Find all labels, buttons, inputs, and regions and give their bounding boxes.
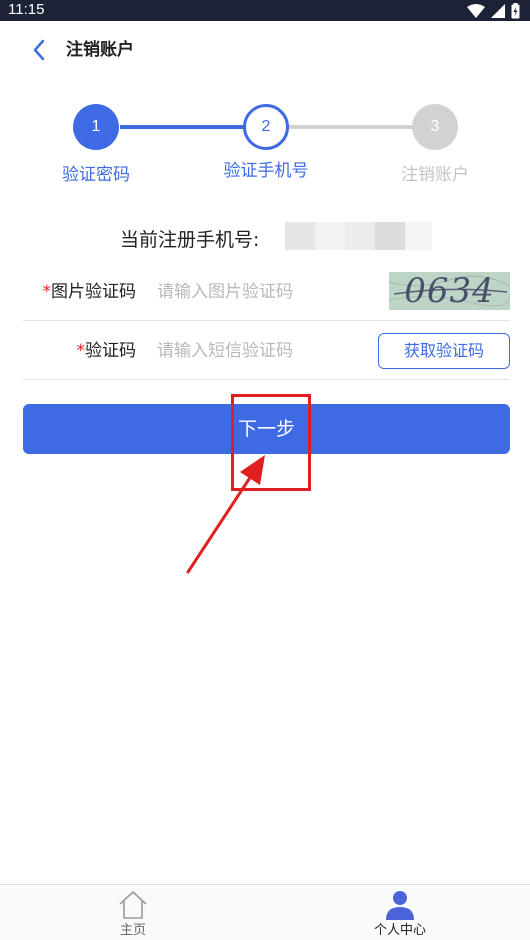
status-bar: 11:15 bbox=[0, 0, 530, 21]
step-2-circle: 2 bbox=[243, 104, 289, 150]
nav-item-home[interactable]: 主页 bbox=[73, 885, 193, 940]
phone-label: 当前注册手机号: bbox=[120, 229, 260, 251]
status-icons bbox=[467, 2, 520, 19]
step-3-circle: 3 bbox=[412, 104, 458, 150]
back-arrow-icon[interactable] bbox=[28, 38, 52, 62]
battery-icon bbox=[511, 2, 520, 18]
masked-phone-number bbox=[285, 222, 432, 250]
bottom-nav: 主页 个人中心 bbox=[0, 884, 530, 940]
divider bbox=[23, 379, 510, 380]
required-mark: * bbox=[76, 341, 86, 361]
status-time: 11:15 bbox=[8, 1, 45, 18]
page-title: 注销账户 bbox=[66, 40, 134, 60]
image-captcha-label: *图片验证码 bbox=[16, 280, 137, 304]
image-captcha-label-text: 图片验证码 bbox=[51, 282, 136, 302]
sms-code-label: *验证码 bbox=[16, 339, 137, 363]
step-3-label: 注销账户 bbox=[401, 165, 469, 185]
home-icon bbox=[119, 891, 147, 919]
divider bbox=[23, 320, 510, 321]
step-connector-pending bbox=[288, 125, 412, 129]
step-1-label: 验证密码 bbox=[62, 165, 130, 185]
nav-label-profile: 个人中心 bbox=[373, 923, 426, 938]
required-mark: * bbox=[42, 282, 52, 302]
nav-item-profile[interactable]: 个人中心 bbox=[340, 885, 460, 940]
signal-icon bbox=[491, 3, 505, 18]
wifi-icon bbox=[467, 3, 485, 18]
step-2-label: 验证手机号 bbox=[223, 161, 309, 181]
nav-label-home: 主页 bbox=[119, 923, 146, 938]
step-1-circle: 1 bbox=[73, 104, 119, 150]
person-icon bbox=[386, 891, 414, 920]
captcha-text: 0634 bbox=[404, 272, 495, 310]
step-connector-done bbox=[120, 125, 248, 129]
image-captcha-input[interactable] bbox=[157, 280, 357, 304]
sms-code-input[interactable] bbox=[157, 339, 357, 363]
annotation-arrow-icon bbox=[186, 455, 265, 574]
captcha-image[interactable]: 0634 bbox=[389, 272, 510, 310]
sms-code-label-text: 验证码 bbox=[85, 341, 136, 361]
get-code-button[interactable]: 获取验证码 bbox=[378, 333, 510, 369]
